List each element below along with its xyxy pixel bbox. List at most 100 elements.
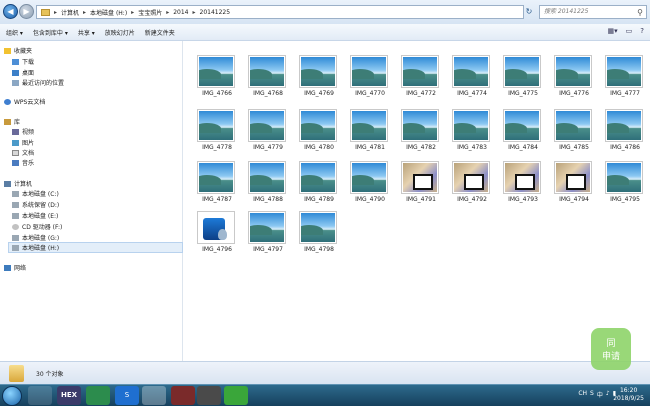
breadcrumb-drive[interactable]: 本地磁盘 (H:) — [88, 6, 129, 18]
file-item[interactable]: IMG_4770 — [345, 55, 389, 101]
nav-libraries[interactable]: 库 — [4, 117, 20, 126]
start-button[interactable] — [2, 386, 22, 406]
breadcrumb-date[interactable]: 20141225 — [198, 6, 233, 18]
file-item[interactable]: IMG_4778 — [192, 109, 236, 155]
file-item[interactable]: IMG_4795 — [600, 161, 644, 207]
refresh-icon[interactable]: ↻ — [522, 5, 536, 19]
file-item[interactable]: IMG_4786 — [600, 109, 644, 155]
file-item[interactable]: IMG_4791 — [396, 161, 440, 207]
nav-drive-c[interactable]: 本地磁盘 (C:) — [12, 189, 59, 198]
file-item[interactable]: IMG_4790 — [345, 161, 389, 207]
view-options-icon[interactable]: ▦▾ — [608, 27, 618, 35]
ime-indicator[interactable]: CH — [578, 390, 587, 399]
taskbar-app-browser[interactable] — [86, 386, 110, 405]
image-thumbnail — [554, 109, 592, 142]
nav-item-downloads[interactable]: 下载 — [12, 57, 34, 66]
nav-item-desktop[interactable]: 桌面 — [12, 68, 34, 77]
drive-icon — [12, 244, 19, 251]
file-item[interactable]: IMG_4798 — [294, 211, 338, 257]
share-menu[interactable]: 共享 ▾ — [78, 28, 105, 37]
nav-computer[interactable]: 计算机 — [4, 179, 32, 188]
breadcrumb-folder[interactable]: 宝宝照片 — [136, 6, 164, 18]
file-item[interactable]: IMG_4784 — [498, 109, 542, 155]
file-item[interactable]: IMG_4777 — [600, 55, 644, 101]
file-name: IMG_4791 — [406, 196, 436, 203]
new-folder-button[interactable]: 新建文件夹 — [145, 28, 185, 37]
back-button[interactable]: ◀ — [3, 4, 18, 19]
nav-drive-f[interactable]: CD 驱动器 (F:) — [12, 222, 62, 231]
organize-menu[interactable]: 组织 ▾ — [6, 28, 33, 37]
music-icon — [12, 159, 19, 166]
file-item[interactable]: IMG_4792 — [447, 161, 491, 207]
image-thumbnail — [248, 109, 286, 142]
file-item[interactable]: IMG_4766 — [192, 55, 236, 101]
clock[interactable]: 16:20 2018/9/25 — [613, 387, 644, 403]
nav-drive-d[interactable]: 系统保留 (D:) — [12, 200, 59, 209]
search-input[interactable]: 搜索 20141225 ⚲ — [539, 5, 647, 19]
breadcrumb-computer[interactable]: 计算机 — [59, 6, 81, 18]
taskbar: HEX S CH S 中 ♪ ▮ 16:20 2018/9/25 — [0, 384, 650, 406]
nav-wps-cloud[interactable]: WPS云文档 — [4, 97, 45, 106]
image-thumbnail — [401, 109, 439, 142]
nav-network[interactable]: 网络 — [4, 263, 26, 272]
file-item[interactable]: IMG_4772 — [396, 55, 440, 101]
chevron-right-icon: ▸ — [192, 8, 196, 16]
image-thumbnail — [299, 211, 337, 244]
search-placeholder: 搜索 20141225 — [544, 8, 589, 15]
file-name: IMG_4795 — [610, 196, 640, 203]
taskbar-app-explorer[interactable] — [28, 386, 52, 405]
preview-pane-icon[interactable]: ▭ — [626, 27, 633, 35]
taskbar-app-baidu[interactable] — [142, 386, 166, 405]
nav-item-videos[interactable]: 视频 — [12, 127, 34, 136]
file-item[interactable]: IMG_4797 — [243, 211, 287, 257]
taskbar-app-wechat[interactable] — [224, 386, 248, 405]
taskbar-app-hex[interactable]: HEX — [57, 386, 81, 405]
file-name: IMG_4778 — [202, 144, 232, 151]
tray-lang-icon[interactable]: 中 — [597, 390, 603, 399]
nav-item-documents[interactable]: 文档 — [12, 148, 34, 157]
file-item[interactable]: IMG_4787 — [192, 161, 236, 207]
file-name: IMG_4788 — [253, 196, 283, 203]
nav-item-pictures[interactable]: 图片 — [12, 138, 34, 147]
file-item[interactable]: IMG_4789 — [294, 161, 338, 207]
include-in-library-menu[interactable]: 包含到库中 ▾ — [33, 28, 78, 37]
breadcrumb-year[interactable]: 2014 — [171, 6, 190, 18]
file-item[interactable]: IMG_4779 — [243, 109, 287, 155]
volume-icon[interactable]: ♪ — [606, 390, 610, 399]
file-item[interactable]: IMG_4793 — [498, 161, 542, 207]
watermark-logo: 同申请 — [591, 328, 631, 370]
taskbar-app-game[interactable] — [171, 386, 195, 405]
slideshow-button[interactable]: 放映幻灯片 — [105, 28, 145, 37]
file-item[interactable]: IMG_4774 — [447, 55, 491, 101]
nav-drive-h[interactable]: 本地磁盘 (H:) — [8, 242, 183, 253]
image-thumbnail — [503, 55, 541, 88]
file-item[interactable]: IMG_4775 — [498, 55, 542, 101]
search-icon[interactable]: ⚲ — [637, 7, 643, 19]
nav-item-recent[interactable]: 最近访问的位置 — [12, 78, 64, 87]
image-thumbnail — [503, 161, 541, 194]
nav-drive-g[interactable]: 本地磁盘 (G:) — [12, 233, 59, 242]
file-item[interactable]: IMG_4794 — [549, 161, 593, 207]
file-name: IMG_4775 — [508, 90, 538, 97]
nav-drive-e[interactable]: 本地磁盘 (E:) — [12, 211, 58, 220]
taskbar-app-media[interactable] — [197, 386, 221, 405]
taskbar-app-s[interactable]: S — [115, 386, 139, 405]
file-item[interactable]: IMG_4785 — [549, 109, 593, 155]
file-name: IMG_4790 — [355, 196, 385, 203]
address-bar[interactable]: ▸ 计算机 ▸ 本地磁盘 (H:) ▸ 宝宝照片 ▸ 2014 ▸ 201412… — [36, 5, 524, 19]
file-item[interactable]: IMG_4781 — [345, 109, 389, 155]
file-item[interactable]: IMG_4768 — [243, 55, 287, 101]
file-item[interactable]: IMG_4788 — [243, 161, 287, 207]
file-item[interactable]: IMG_4769 — [294, 55, 338, 101]
file-item[interactable]: IMG_4780 — [294, 109, 338, 155]
file-item[interactable]: IMG_4776 — [549, 55, 593, 101]
file-item[interactable]: IMG_4783 — [447, 109, 491, 155]
nav-favorites[interactable]: 收藏夹 — [4, 46, 32, 55]
file-item[interactable]: IMG_4796 — [192, 211, 236, 257]
file-item[interactable]: IMG_4782 — [396, 109, 440, 155]
help-icon[interactable]: ? — [640, 27, 644, 35]
nav-item-music[interactable]: 音乐 — [12, 158, 34, 167]
forward-button[interactable]: ▶ — [19, 4, 34, 19]
folder-icon — [9, 365, 24, 382]
tray-s-icon[interactable]: S — [590, 390, 594, 399]
